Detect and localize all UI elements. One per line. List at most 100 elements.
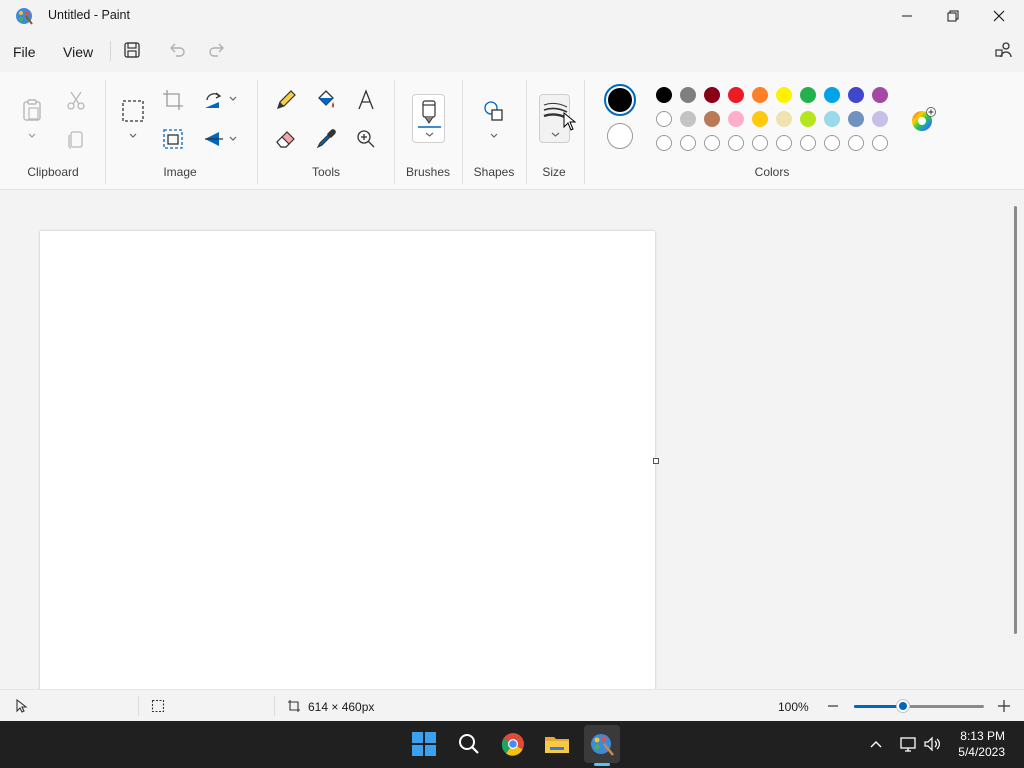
palette-swatch[interactable] [776,87,792,103]
undo-button[interactable] [167,40,187,60]
view-menu[interactable]: View [63,44,93,60]
clock-time[interactable]: 8:13 PM [935,729,1005,743]
shapes-button[interactable] [482,99,506,123]
chevron-up-icon[interactable] [869,738,883,750]
eyedropper-icon [316,129,336,149]
canvas-size-icon [288,700,300,712]
eraser-icon [276,131,295,148]
search-icon [459,734,479,754]
flip-icon [205,132,223,146]
window-title: Untitled - Paint [48,8,130,22]
palette-swatch[interactable] [800,87,816,103]
minimize-button[interactable] [884,0,930,32]
start-button[interactable] [411,731,437,757]
palette-swatch[interactable] [704,87,720,103]
maximize-button[interactable] [930,0,976,32]
resize-icon [163,129,183,149]
zoom-in-icon[interactable] [997,699,1011,713]
zoom-slider[interactable] [854,700,984,712]
color-picker-button[interactable] [314,127,338,151]
paint-taskbar-button[interactable] [589,731,615,757]
chrome-icon [501,733,524,756]
menu-bar [0,32,1024,70]
fill-button[interactable] [314,88,338,112]
palette-swatch[interactable] [776,111,792,127]
account-button[interactable] [994,40,1014,60]
chevron-down-icon[interactable] [489,132,499,140]
palette-swatch[interactable] [824,87,840,103]
custom-color-slot[interactable] [752,135,768,151]
custom-color-slot[interactable] [776,135,792,151]
custom-color-slot[interactable] [824,135,840,151]
pencil-button[interactable] [274,88,298,112]
search-button[interactable] [456,731,482,757]
palette-swatch[interactable] [752,111,768,127]
zoom-out-icon[interactable] [827,700,839,712]
magnifier-button[interactable] [354,127,378,151]
edit-colors-button[interactable] [910,107,936,133]
copy-icon [68,131,83,149]
cut-button[interactable] [64,88,88,112]
crop-button[interactable] [161,88,185,112]
clock-date[interactable]: 5/4/2023 [935,745,1005,759]
color-wheel-icon [912,107,936,131]
brush-icon [418,100,441,137]
file-menu[interactable]: File [13,44,36,60]
palette-swatch[interactable] [680,111,696,127]
custom-color-slot[interactable] [704,135,720,151]
palette-swatch[interactable] [680,87,696,103]
zoom-slider-thumb[interactable] [897,700,910,712]
palette-swatch[interactable] [872,111,888,127]
save-button[interactable] [122,40,142,60]
chevron-down-icon[interactable] [228,135,238,143]
mouse-pointer-icon [563,112,577,131]
custom-color-slot[interactable] [800,135,816,151]
palette-swatch[interactable] [848,87,864,103]
chrome-button[interactable] [500,731,526,757]
canvas-resize-handle[interactable] [653,458,659,464]
flip-button[interactable] [201,127,225,151]
file-explorer-button[interactable] [544,731,570,757]
pencil-icon [277,90,296,109]
redo-button[interactable] [207,40,227,60]
primary-color-button[interactable] [604,84,636,116]
restore-icon [947,10,959,22]
custom-color-slot[interactable] [680,135,696,151]
windows-logo-icon [412,732,436,756]
rotate-button[interactable] [201,88,225,112]
custom-color-slot[interactable] [872,135,888,151]
palette-swatch[interactable] [848,111,864,127]
chevron-down-icon[interactable] [228,95,238,103]
palette-swatch[interactable] [752,87,768,103]
palette-swatch[interactable] [656,87,672,103]
chevron-down-icon[interactable] [27,132,37,140]
resize-button[interactable] [161,127,185,151]
eraser-button[interactable] [274,127,298,151]
palette-swatch[interactable] [872,87,888,103]
active-app-indicator [594,763,610,766]
custom-color-slot[interactable] [848,135,864,151]
text-button[interactable] [354,88,378,112]
palette-swatch[interactable] [704,111,720,127]
selection-size-icon [151,699,165,713]
secondary-color-button[interactable] [607,123,633,149]
clipboard-group-label: Clipboard [27,165,79,179]
chevron-down-icon[interactable] [128,132,138,140]
copy-button[interactable] [64,127,88,151]
palette-swatch[interactable] [656,111,672,127]
palette-swatch[interactable] [824,111,840,127]
palette-swatch[interactable] [728,111,744,127]
palette-swatch[interactable] [728,87,744,103]
palette-swatch[interactable] [800,111,816,127]
select-button[interactable] [121,99,145,123]
account-share-icon [995,42,1012,58]
paste-button[interactable] [20,98,44,122]
custom-color-slot[interactable] [728,135,744,151]
drawing-canvas[interactable] [40,231,655,691]
brushes-button[interactable] [412,94,445,143]
brushes-group-label: Brushes [405,165,451,179]
vertical-scrollbar[interactable] [1014,206,1017,634]
close-button[interactable] [976,0,1022,32]
custom-color-slot[interactable] [656,135,672,151]
network-icon[interactable] [899,735,917,753]
